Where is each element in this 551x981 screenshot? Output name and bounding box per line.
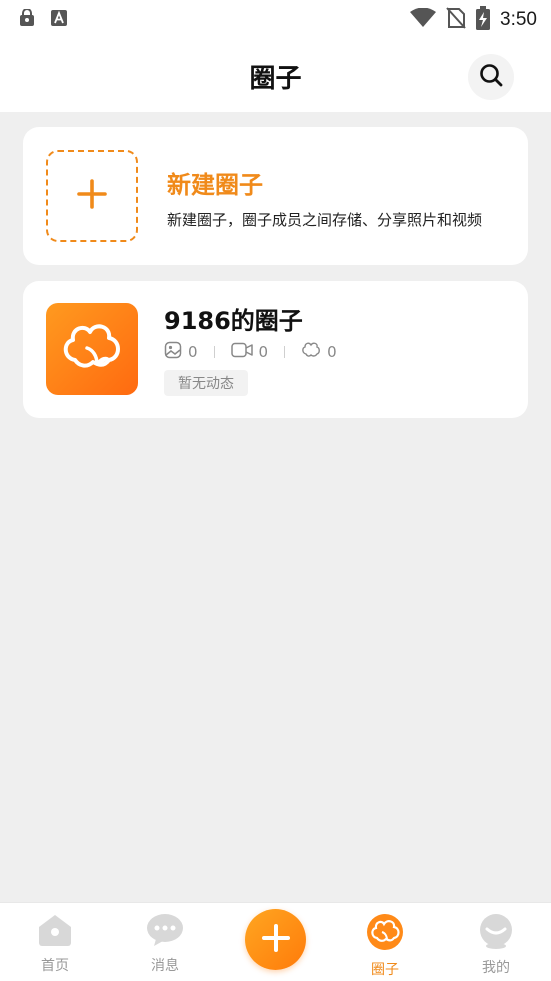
page-header: 圈子 xyxy=(0,40,551,112)
circle-screen: 3:50 圈子 新建圈子 新建圈子，圈子成员之间存储、分享照片和视频 9186的… xyxy=(0,0,551,981)
plus-icon xyxy=(261,923,291,957)
member-count: 0 xyxy=(327,343,337,361)
nav-label-home: 首页 xyxy=(41,958,69,974)
add-button[interactable] xyxy=(245,909,306,970)
security-lock-icon xyxy=(18,8,36,31)
video-stat: 0 xyxy=(230,342,269,362)
circle-stats: 0 0 0 xyxy=(164,341,337,363)
search-button[interactable] xyxy=(468,54,514,100)
photo-stat: 0 xyxy=(164,341,198,363)
cotton-outline-icon xyxy=(301,341,321,363)
circle-name: 9186的圈子 xyxy=(164,307,303,335)
member-stat: 0 xyxy=(301,341,337,363)
wifi-icon xyxy=(410,7,437,32)
video-count: 0 xyxy=(258,343,269,361)
nav-item-home[interactable]: 首页 xyxy=(15,913,95,975)
new-circle-button[interactable] xyxy=(46,150,138,242)
circle-avatar xyxy=(46,303,138,395)
font-a-icon xyxy=(50,9,68,31)
nav-item-profile[interactable]: 我的 xyxy=(456,913,536,977)
status-time: 3:50 xyxy=(500,9,537,30)
bottom-nav: 首页 消息 圈子 我的 xyxy=(0,902,551,981)
cotton-flower-icon xyxy=(57,312,127,386)
battery-charging-icon xyxy=(476,6,491,34)
no-sim-icon xyxy=(446,7,466,33)
plus-icon xyxy=(77,179,107,213)
search-icon xyxy=(478,62,504,92)
new-circle-title: 新建圈子 xyxy=(167,171,263,199)
nav-item-circle[interactable]: 圈子 xyxy=(345,913,425,979)
status-left-icons xyxy=(18,8,68,31)
stat-divider xyxy=(284,346,286,358)
chat-icon xyxy=(146,913,184,951)
home-icon xyxy=(37,913,73,951)
nav-label-profile: 我的 xyxy=(482,960,510,976)
new-circle-description: 新建圈子，圈子成员之间存储、分享照片和视频 xyxy=(167,211,483,229)
new-circle-card[interactable]: 新建圈子 新建圈子，圈子成员之间存储、分享照片和视频 xyxy=(23,127,528,265)
nav-item-messages[interactable]: 消息 xyxy=(125,913,205,975)
nav-label-circle: 圈子 xyxy=(371,962,399,978)
photo-count: 0 xyxy=(188,343,198,361)
nav-label-messages: 消息 xyxy=(151,958,179,974)
page-title: 圈子 xyxy=(249,63,302,94)
circle-card[interactable]: 9186的圈子 0 0 0 暂无动态 xyxy=(23,281,528,418)
profile-icon xyxy=(478,913,514,953)
status-bar: 3:50 xyxy=(0,0,551,40)
stat-divider xyxy=(213,346,215,358)
video-icon xyxy=(230,342,253,362)
cotton-flower-icon xyxy=(366,913,404,955)
photo-icon xyxy=(164,341,182,363)
status-right-icons: 3:50 xyxy=(410,6,537,34)
activity-badge: 暂无动态 xyxy=(164,370,248,396)
